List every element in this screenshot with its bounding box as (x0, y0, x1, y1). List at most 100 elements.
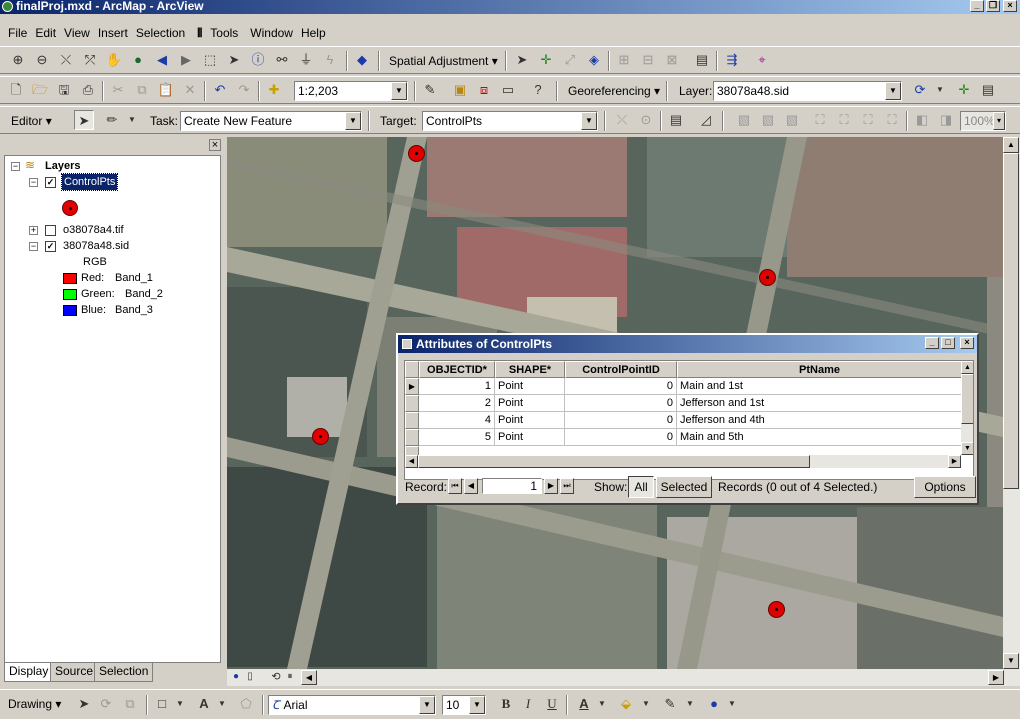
paste-icon[interactable]: 📋 (156, 80, 176, 100)
edit-vertices-icon[interactable]: ⬠ (236, 694, 256, 714)
georef-zoom-out-icon[interactable]: ▧ (758, 110, 778, 130)
layout-view-icon[interactable]: ▯ (243, 667, 257, 687)
chevron-down-icon[interactable]: ▼ (122, 110, 142, 130)
minimize-button[interactable]: _ (970, 0, 984, 12)
print-icon[interactable]: ⎙ (78, 80, 98, 100)
table-cell[interactable]: Main and 5th (677, 429, 962, 446)
split-tool-icon[interactable]: ⤫ (612, 110, 632, 130)
scroll-left-icon[interactable]: ◀ (405, 455, 418, 468)
close-icon[interactable]: × (209, 139, 221, 151)
collapse-layers-icon[interactable]: − (11, 162, 20, 171)
data-view-globe-icon[interactable]: ● (229, 667, 243, 687)
map-scale-combo[interactable]: 1:2,203 ▼ (294, 81, 408, 101)
chevron-down-icon[interactable]: ▼ (680, 694, 700, 714)
view-link-table-icon[interactable]: ▤ (978, 80, 998, 100)
line-color-icon[interactable]: ✎ (660, 694, 680, 714)
options-button[interactable]: Options (914, 476, 976, 498)
chevron-down-icon[interactable]: ▼ (722, 694, 742, 714)
table-cell[interactable]: Main and 1st (677, 378, 962, 395)
drawing-menu[interactable]: Drawing ▾ (8, 697, 61, 711)
view-link-table-icon[interactable]: ▤ (692, 50, 712, 70)
marker-color-icon[interactable]: ● (704, 694, 724, 714)
refresh-icon[interactable]: ⟲ (269, 667, 283, 687)
forward-arrow-icon[interactable]: ▶ (176, 50, 196, 70)
chevron-down-icon[interactable]: ▼ (212, 694, 232, 714)
table-cell[interactable]: 0 (565, 429, 677, 446)
chevron-down-icon[interactable]: ▼ (419, 696, 435, 714)
add-control-points-icon[interactable]: ✛ (954, 80, 974, 100)
hyperlink-icon[interactable]: ϟ (320, 50, 340, 70)
sketch-properties-icon[interactable]: ◿ (696, 110, 716, 130)
new-identity-link-icon[interactable]: ⊞ (614, 50, 634, 70)
record-number-input[interactable]: 1 (482, 478, 542, 494)
rectangle-icon[interactable]: □ (152, 694, 172, 714)
back-arrow-icon[interactable]: ◀ (152, 50, 172, 70)
text-tool-icon[interactable]: A (194, 694, 214, 714)
save-icon[interactable]: 🖫 (54, 80, 74, 100)
menu-insert[interactable]: Insert (94, 23, 132, 43)
rotate-element-icon[interactable]: ⟳ (96, 694, 116, 714)
zoom-out-icon[interactable]: ⊖ (32, 50, 52, 70)
show-selected-button[interactable]: Selected (656, 476, 712, 498)
new-displacement-link-icon[interactable]: ✛ (536, 50, 556, 70)
collapse-layer-icon[interactable]: − (29, 178, 38, 187)
chevron-down-icon[interactable]: ▾ (993, 112, 1005, 130)
pan-hand-icon[interactable]: ✋ (104, 50, 124, 70)
identify-icon[interactable]: ⓘ (248, 50, 268, 70)
target-combo[interactable]: ControlPts ▼ (422, 111, 598, 131)
bold-button[interactable]: B (496, 694, 516, 714)
georef-layer-combo[interactable]: 38078a48.sid ▼ (713, 81, 902, 101)
table-cell[interactable]: Point (495, 378, 565, 395)
tab-display[interactable]: Display (4, 663, 54, 682)
expand-layer-icon[interactable]: + (29, 226, 38, 235)
table-cell[interactable]: 4 (419, 412, 495, 429)
menu-help[interactable]: Help (297, 23, 330, 43)
chevron-down-icon[interactable]: ▼ (391, 82, 407, 100)
control-point-marker[interactable] (759, 269, 776, 286)
table-cell[interactable]: 1 (419, 378, 495, 395)
menu-tools[interactable]: ⫴ Tools (189, 20, 246, 47)
column-header-controlpointid[interactable]: ControlPointID (565, 361, 677, 378)
close-button[interactable]: × (1003, 0, 1017, 12)
scroll-left-icon[interactable]: ◀ (301, 670, 317, 685)
task-combo[interactable]: Create New Feature ▼ (180, 111, 362, 131)
menu-edit[interactable]: Edit (31, 23, 60, 43)
layer-visibility-checkbox[interactable]: ✓ (45, 241, 56, 252)
red-band-swatch[interactable] (63, 273, 77, 284)
show-all-button[interactable]: All (628, 476, 654, 498)
rotate-tool-icon[interactable]: ⊙ (636, 110, 656, 130)
column-header-shape[interactable]: SHAPE* (495, 361, 565, 378)
control-point-marker[interactable] (768, 601, 785, 618)
scroll-down-icon[interactable]: ▼ (1003, 653, 1019, 669)
chevron-down-icon[interactable]: ▼ (469, 696, 485, 714)
scroll-up-icon[interactable]: ▲ (961, 361, 973, 374)
chevron-down-icon[interactable]: ▼ (592, 694, 612, 714)
zoom-whole-page-icon[interactable]: ⧉ (120, 694, 140, 714)
zoom-percent-combo[interactable]: 100% ▾ (960, 111, 1006, 131)
layer-visibility-checkbox[interactable]: ✓ (45, 177, 56, 188)
previous-record-icon[interactable]: ◀ (464, 478, 478, 494)
table-cell[interactable]: Point (495, 429, 565, 446)
select-elements-icon[interactable]: ➤ (74, 694, 94, 714)
multi-displacement-icon[interactable]: ◈ (584, 50, 604, 70)
georeferencing-menu[interactable]: Georeferencing ▾ (568, 84, 660, 98)
arccatalog-icon[interactable]: ▣ (450, 80, 470, 100)
delete-icon[interactable]: ✕ (180, 80, 200, 100)
fit-width-icon[interactable]: ⛶ (834, 110, 854, 130)
pause-drawing-icon[interactable]: ⏸ (283, 667, 297, 687)
last-record-icon[interactable]: ⏭ (560, 478, 574, 494)
whats-this-help-icon[interactable]: ? (528, 80, 548, 100)
layer-38078a48[interactable]: 38078a48.sid (63, 238, 129, 254)
control-point-marker[interactable] (312, 428, 329, 445)
command-line-icon[interactable]: ▭ (498, 80, 518, 100)
edge-match-icon[interactable]: ⌖ (752, 50, 772, 70)
attributes-icon[interactable]: ▤ (666, 110, 686, 130)
attributes-title-bar[interactable]: Attributes of ControlPts _ □ × (398, 335, 977, 353)
layer-controlpts[interactable]: ControlPts (60, 173, 119, 191)
table-cell[interactable]: 0 (565, 395, 677, 412)
table-cell[interactable]: Jefferson and 4th (677, 412, 962, 429)
edit-tool-icon[interactable]: ➤ (512, 50, 532, 70)
scroll-thumb[interactable] (418, 455, 810, 468)
redo-icon[interactable]: ↷ (234, 80, 254, 100)
copy-icon[interactable]: ⧉ (132, 80, 152, 100)
